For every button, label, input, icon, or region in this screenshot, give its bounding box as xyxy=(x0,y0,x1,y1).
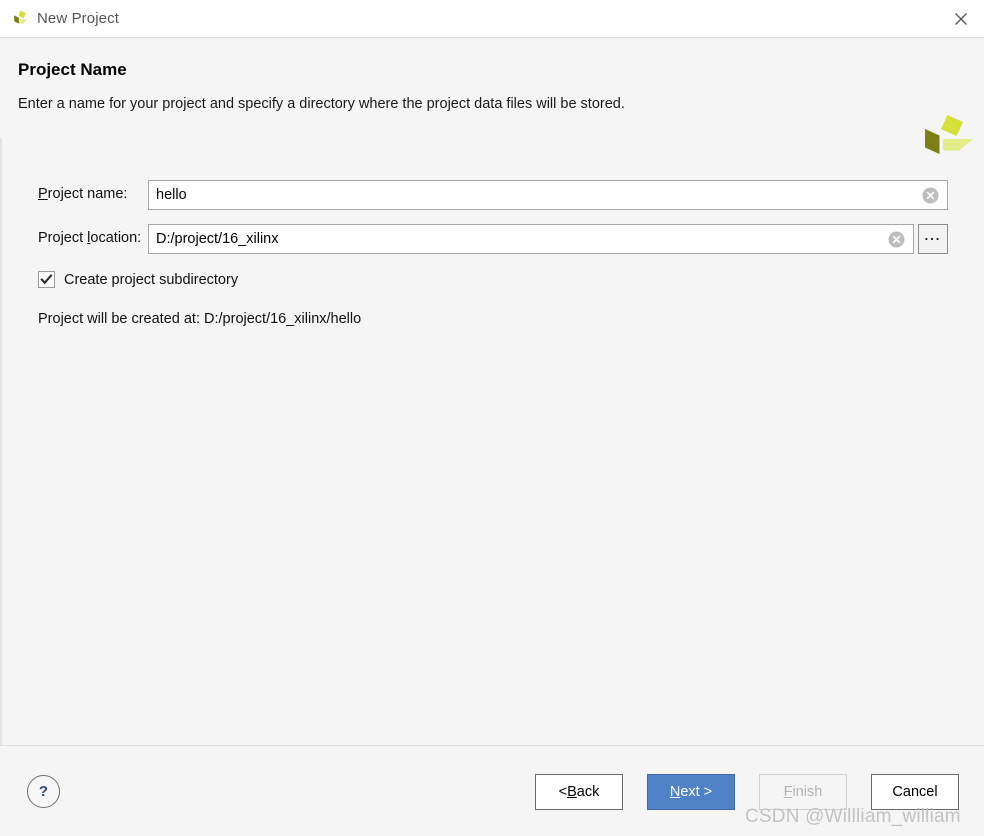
ellipsis-icon: ... xyxy=(924,228,942,243)
project-name-input[interactable]: hello xyxy=(148,180,948,210)
button-text-post: inish xyxy=(792,784,823,800)
clear-circle-icon[interactable] xyxy=(888,231,905,248)
cancel-button[interactable]: Cancel xyxy=(871,774,959,810)
next-button[interactable]: Next > xyxy=(647,774,735,810)
wizard-content-panel: Project name: hello Project location: D:… xyxy=(0,138,984,745)
finish-button: Finish xyxy=(759,774,847,810)
vivado-logo-icon xyxy=(11,9,31,29)
window-titlebar: New Project xyxy=(0,0,984,38)
button-text-post: ack xyxy=(576,784,600,800)
question-mark-icon: ? xyxy=(38,783,49,800)
button-text-pre: Cancel xyxy=(892,784,938,800)
button-text-pre: < xyxy=(558,784,568,800)
back-button[interactable]: < Back xyxy=(535,774,623,810)
create-subdirectory-row[interactable]: Create project subdirectory xyxy=(38,271,238,288)
label-text-post: ocation: xyxy=(90,230,142,246)
project-location-value[interactable]: D:/project/16_xilinx xyxy=(149,231,888,247)
wizard-header: Project Name Enter a name for your proje… xyxy=(0,38,984,154)
clear-circle-icon[interactable] xyxy=(922,187,939,204)
button-mnemonic: N xyxy=(669,784,681,800)
close-icon[interactable] xyxy=(938,0,984,37)
window-title: New Project xyxy=(37,10,119,27)
project-name-value[interactable]: hello xyxy=(149,187,922,203)
project-name-label: Project name: xyxy=(38,186,127,202)
page-subtitle: Enter a name for your project and specif… xyxy=(18,96,625,112)
project-location-input[interactable]: D:/project/16_xilinx xyxy=(148,224,914,254)
project-created-at-text: Project will be created at: D:/project/1… xyxy=(38,311,362,327)
browse-directory-button[interactable]: ... xyxy=(918,224,948,254)
help-button[interactable]: ? xyxy=(27,775,60,808)
button-mnemonic: F xyxy=(783,784,793,800)
label-text-post: roject name: xyxy=(47,186,128,202)
create-subdirectory-label: Create project subdirectory xyxy=(64,271,239,288)
project-location-label: Project location: xyxy=(38,230,141,246)
button-text-post: ext > xyxy=(680,784,713,800)
create-subdirectory-checkbox[interactable] xyxy=(38,271,55,288)
page-title: Project Name xyxy=(18,60,127,79)
button-mnemonic: B xyxy=(567,784,577,800)
label-text-pre: Project xyxy=(38,230,88,246)
label-mnemonic: P xyxy=(38,186,48,202)
new-project-dialog: New Project Project Name Enter a name fo… xyxy=(0,0,984,836)
